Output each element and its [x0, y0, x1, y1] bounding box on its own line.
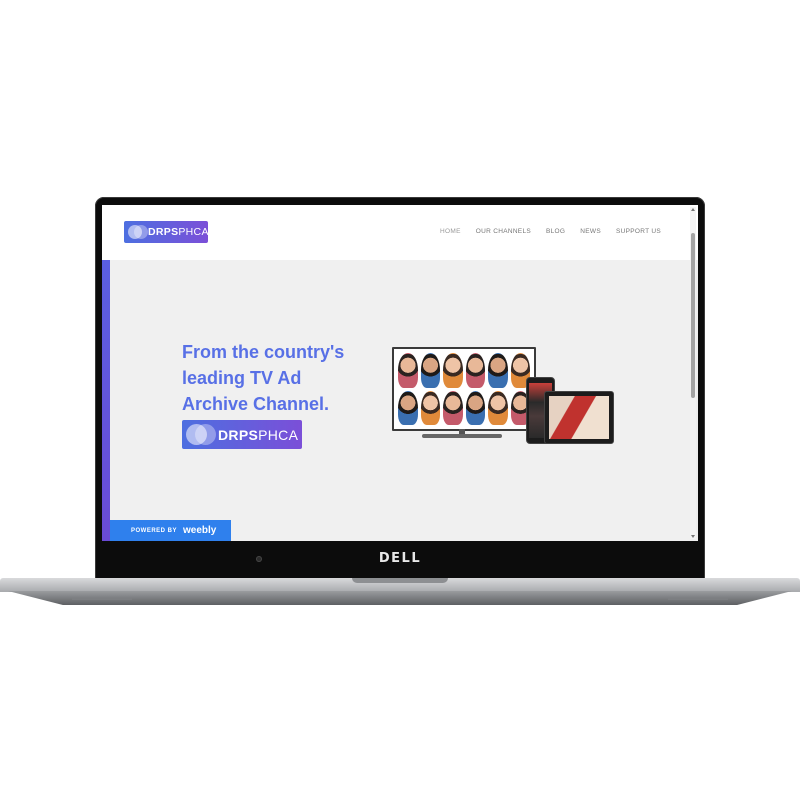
nav-item-support-us[interactable]: SUPPORT US: [616, 228, 661, 235]
tv-thumbnail: [420, 390, 440, 425]
hero-title-line: Archive Channel.: [182, 394, 330, 414]
nav-item-home[interactable]: HOME: [440, 228, 461, 235]
scroll-down-icon[interactable]: [691, 535, 695, 538]
scroll-thumb[interactable]: [691, 233, 695, 398]
tv-thumbnail: [398, 353, 418, 388]
hero-title-line: From the country's: [182, 342, 345, 362]
laptop-vent: [668, 598, 728, 600]
logo-text: DRPSPHCA: [148, 226, 208, 238]
tv-illustration: [392, 347, 536, 431]
laptop-screen: DRPSPHCA HOME OUR CHANNELS BLOG NEWS SUP…: [102, 205, 698, 541]
laptop-lid-notch: [352, 578, 448, 583]
hero-logo-text: DRPSPHCA: [218, 426, 299, 443]
vertical-scrollbar[interactable]: [690, 207, 696, 539]
logo-circles-icon: [124, 221, 148, 243]
laptop-brand-logo: DELL: [378, 551, 422, 566]
hero-title-line: leading TV Ad: [182, 368, 302, 388]
powered-by-label: POWERED BY: [131, 527, 178, 534]
nav-item-news[interactable]: NEWS: [580, 228, 601, 235]
tv-thumbnail: [465, 390, 485, 425]
nav-item-blog[interactable]: BLOG: [546, 228, 565, 235]
tv-stand: [422, 434, 502, 438]
weebly-logo: weebly: [183, 525, 217, 536]
tv-thumbnail: [488, 390, 508, 425]
laptop-vent: [72, 598, 132, 600]
main-nav: HOME OUR CHANNELS BLOG NEWS SUPPORT US: [440, 228, 661, 235]
powered-by-weebly-badge[interactable]: POWERED BY weebly: [110, 520, 231, 541]
tv-thumbnail: [420, 353, 440, 388]
hero-title: From the country's leading TV Ad Archive…: [182, 339, 382, 417]
site-header: DRPSPHCA HOME OUR CHANNELS BLOG NEWS SUP…: [102, 205, 698, 260]
tv-thumbnail: [443, 390, 463, 425]
tablet-illustration: [544, 391, 614, 444]
scroll-up-icon[interactable]: [691, 208, 695, 211]
hero-logo: DRPSPHCA: [182, 420, 302, 449]
webcam-icon: [256, 556, 262, 562]
tv-thumbnail: [488, 353, 508, 388]
tv-thumbnail: [465, 353, 485, 388]
tv-thumbnail: [398, 390, 418, 425]
tv-thumbnail: [443, 353, 463, 388]
accent-bar: [102, 260, 110, 541]
nav-item-our-channels[interactable]: OUR CHANNELS: [476, 228, 531, 235]
site-logo[interactable]: DRPSPHCA: [124, 221, 208, 243]
logo-circles-icon: [182, 420, 218, 449]
